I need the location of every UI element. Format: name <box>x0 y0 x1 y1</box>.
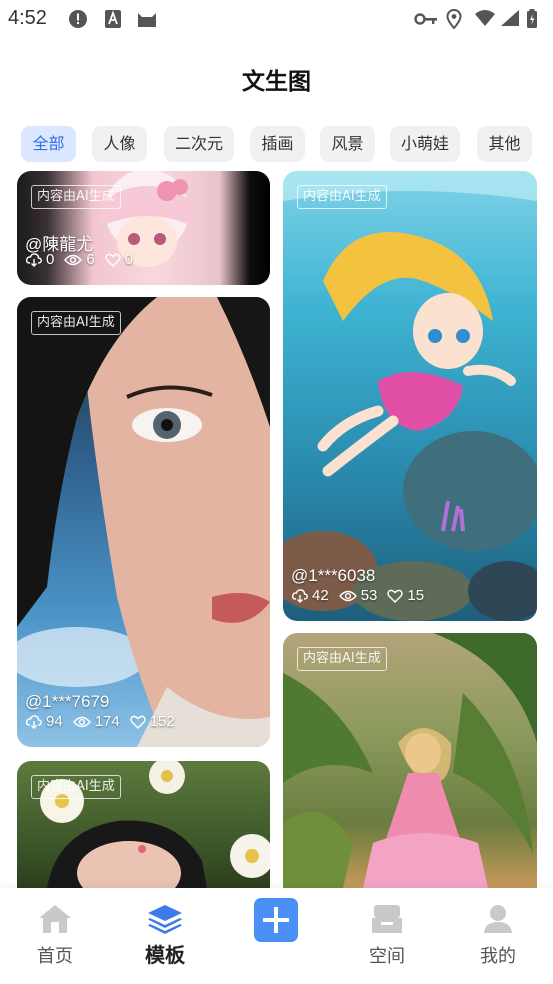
ai-generated-badge: 内容由AI生成 <box>31 311 121 335</box>
card-image <box>283 171 537 621</box>
nav-templates-label: 模板 <box>145 943 185 967</box>
status-bar: 4:52 <box>0 0 553 38</box>
view-count: 53 <box>360 587 378 604</box>
download-icon <box>26 714 42 729</box>
tab-kids[interactable]: 小萌娃 <box>390 126 460 162</box>
plus-icon <box>254 898 298 946</box>
key-icon <box>414 11 438 31</box>
nav-home-label: 首页 <box>37 946 73 967</box>
home-icon <box>38 904 72 938</box>
ai-generated-badge: 内容由AI生成 <box>297 185 387 209</box>
tab-anime[interactable]: 二次元 <box>164 126 234 162</box>
download-count: 0 <box>46 251 55 268</box>
view-count: 174 <box>94 713 120 730</box>
nav-create[interactable] <box>221 888 331 984</box>
nav-home[interactable]: 首页 <box>0 888 110 984</box>
template-card[interactable]: 内容由AI生成 <box>283 633 537 888</box>
like-count: 152 <box>149 713 175 730</box>
bottom-nav: 首页 模板 空间 我的 <box>0 888 553 984</box>
location-icon <box>446 8 462 33</box>
views-icon <box>338 590 357 602</box>
template-card[interactable]: 内容由AI生成 <box>17 761 270 888</box>
view-count: 6 <box>86 251 95 268</box>
template-card[interactable]: 内容由AI生成 @1***6038 42 53 15 <box>283 171 537 621</box>
cat-icon <box>136 9 158 33</box>
nav-space-label: 空间 <box>369 946 405 967</box>
views-icon <box>72 716 91 728</box>
wifi-icon <box>474 9 496 31</box>
ai-generated-badge: 内容由AI生成 <box>31 775 121 799</box>
download-count: 42 <box>312 587 329 604</box>
battery-icon <box>526 9 538 33</box>
ai-generated-badge: 内容由AI生成 <box>31 185 121 209</box>
category-tabs: 全部 人像 二次元 插画 风景 小萌娃 其他 <box>21 126 553 162</box>
like-count: 15 <box>407 587 425 604</box>
cell-signal-icon <box>500 9 520 31</box>
card-author: @1***6038 <box>291 566 376 585</box>
tab-illustration[interactable]: 插画 <box>250 126 305 162</box>
tab-other[interactable]: 其他 <box>477 126 532 162</box>
card-author: @1***7679 <box>25 692 110 711</box>
tab-all[interactable]: 全部 <box>21 126 76 162</box>
status-time: 4:52 <box>8 7 47 29</box>
page-title: 文生图 <box>242 69 311 95</box>
alert-icon <box>68 9 88 33</box>
heart-icon <box>387 589 404 603</box>
card-stats: 94 174 152 <box>26 713 181 730</box>
tab-landscape[interactable]: 风景 <box>320 126 375 162</box>
nav-templates[interactable]: 模板 <box>110 888 220 984</box>
tab-portrait[interactable]: 人像 <box>92 126 147 162</box>
app-a-icon <box>104 9 122 33</box>
nav-profile[interactable]: 我的 <box>443 888 553 984</box>
card-stats: 42 53 15 <box>292 587 430 604</box>
heart-icon <box>130 715 146 729</box>
download-icon <box>26 252 42 267</box>
template-card[interactable]: 内容由AI生成 @陳龍尤 0 6 0 <box>17 171 270 285</box>
card-image <box>283 633 537 888</box>
layers-icon <box>147 904 183 940</box>
ai-generated-badge: 内容由AI生成 <box>297 647 387 671</box>
nav-space[interactable]: 空间 <box>332 888 442 984</box>
drawer-icon <box>371 904 403 938</box>
template-card[interactable]: 内容由AI生成 @1***7679 94 174 152 <box>17 297 270 747</box>
heart-icon <box>104 253 121 267</box>
download-icon <box>292 588 308 603</box>
download-count: 94 <box>46 713 63 730</box>
user-icon <box>483 904 513 938</box>
card-image <box>17 297 270 747</box>
nav-profile-label: 我的 <box>480 946 516 967</box>
like-count: 0 <box>124 251 134 268</box>
card-stats: 0 6 0 <box>26 251 139 268</box>
views-icon <box>64 254 83 266</box>
